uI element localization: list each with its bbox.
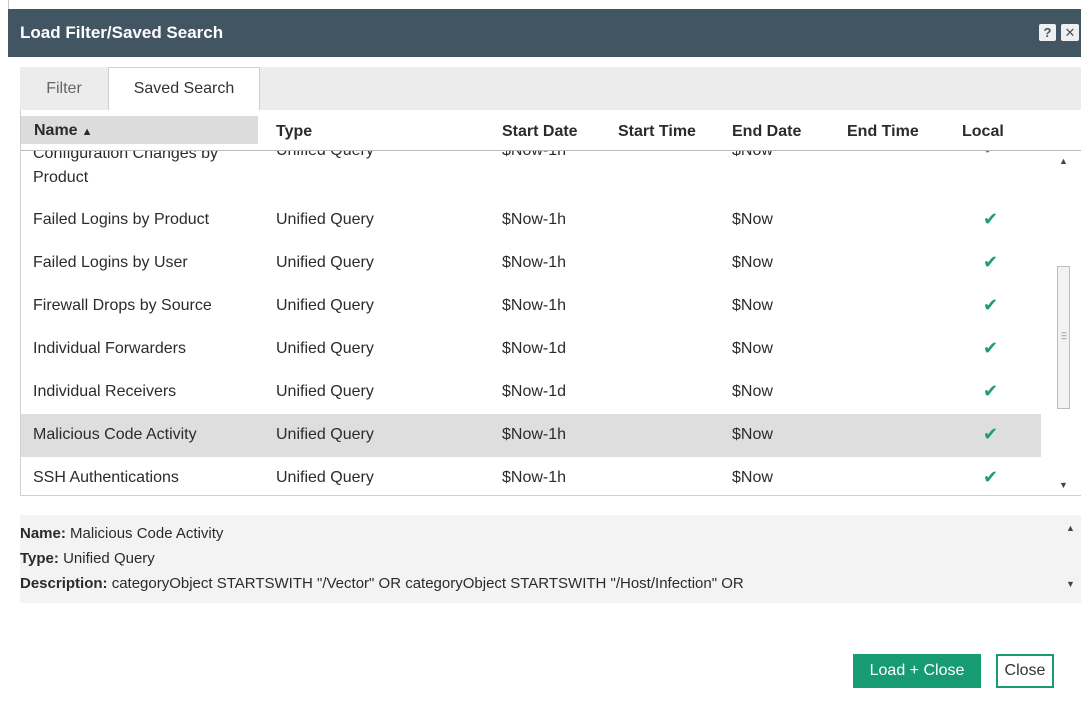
column-header-start-time[interactable]: Start Time [618, 123, 696, 141]
detail-name-line: Name: Malicious Code Activity [20, 525, 224, 542]
close-button[interactable]: Close [996, 654, 1054, 688]
scroll-down-arrow-icon[interactable]: ▼ [1054, 476, 1073, 494]
cell-end-date: $Now [732, 469, 773, 486]
tab-saved-search[interactable]: Saved Search [108, 67, 260, 111]
title-bar: Load Filter/Saved Search ? ✕ [8, 9, 1081, 57]
column-header-end-time[interactable]: End Time [847, 123, 919, 141]
scroll-up-arrow-icon[interactable]: ▲ [1054, 152, 1073, 170]
table-row[interactable]: Failed Logins by User Unified Query $Now-1… [21, 242, 1041, 285]
detail-description-value: categoryObject STARTSWITH "/Vector" OR c… [111, 575, 744, 592]
cell-name: SSH Authentications [33, 469, 179, 486]
checkmark-icon: ✔ [983, 209, 999, 229]
cell-end-date: $Now [732, 340, 773, 357]
column-header-end-date[interactable]: End Date [732, 123, 801, 141]
cell-name: Malicious Code Activity [33, 426, 197, 443]
cell-end-date: $Now [732, 254, 773, 271]
checkmark-icon: ✔ [983, 295, 999, 315]
cell-start-date: $Now-1h [502, 297, 567, 314]
close-icon[interactable]: ✕ [1061, 24, 1079, 41]
cell-type: Unified Query [276, 211, 374, 228]
detail-type-line: Type: Unified Query [20, 550, 155, 567]
table-row[interactable]: SSH Authentications Unified Query $Now-1h $… [21, 457, 1041, 495]
table-row[interactable]: Failed Logins by Product Unified Query $No… [21, 199, 1041, 242]
cell-start-date: $Now-1d [502, 340, 567, 357]
cell-name: Failed Logins by Product [33, 211, 210, 228]
details-panel: Name: Malicious Code Activity Type: Unif… [20, 515, 1081, 603]
checkmark-icon: ✔ [983, 424, 999, 444]
cell-end-date: $Now [732, 211, 773, 228]
scrollbar-thumb[interactable]: – – – [1057, 266, 1070, 409]
details-scroll-down-icon[interactable]: ▼ [1062, 579, 1079, 589]
cell-start-date: $Now-1h [502, 469, 567, 486]
checkmark-icon: ✔ [983, 467, 999, 487]
table-header: Name ▲ Type Start Date Start Time End Dat… [21, 110, 1081, 151]
detail-type-value: Unified Query [63, 550, 155, 567]
cell-type: Unified Query [276, 469, 374, 486]
cell-name: Firewall Drops by Source [33, 297, 212, 314]
sort-ascending-icon: ▲ [81, 126, 93, 138]
cell-end-date: $Now [732, 426, 773, 443]
cell-type: Unified Query [276, 297, 374, 314]
table-row[interactable]: Individual Forwarders Unified Query $Now-1… [21, 328, 1041, 371]
cell-start-date: $Now-1h [502, 254, 567, 271]
checkmark-icon: ✔ [983, 381, 999, 401]
cell-start-date: $Now-1h [502, 211, 567, 228]
cell-start-date: $Now-1d [502, 383, 567, 400]
cell-name: Individual Receivers [33, 383, 177, 400]
saved-search-table: Name ▲ Type Start Date Start Time End Dat… [20, 110, 1081, 496]
table-row[interactable]: Configuration Changes by Product Unified … [21, 150, 1041, 199]
detail-description-line: Description: categoryObject STARTSWITH "… [20, 575, 744, 592]
checkmark-icon: ✔ [983, 338, 999, 358]
cell-start-date: $Now-1h [502, 150, 567, 159]
details-scroll-up-icon[interactable]: ▲ [1062, 523, 1079, 533]
cell-end-date: $Now [732, 383, 773, 400]
cell-start-date: $Now-1h [502, 426, 567, 443]
table-row[interactable]: Firewall Drops by Source Unified Query $No… [21, 285, 1041, 328]
grip-icon: – – – [1061, 327, 1067, 343]
table-scrollbar[interactable]: ▲ – – – ▼ [1054, 150, 1073, 495]
column-header-name[interactable]: Name ▲ [21, 116, 258, 144]
cell-type: Unified Query [276, 383, 374, 400]
cell-type: Unified Query [276, 340, 374, 357]
cell-type: Unified Query [276, 426, 374, 443]
tab-filter[interactable]: Filter [20, 67, 108, 110]
cell-end-date: $Now [732, 150, 773, 159]
checkmark-icon: ✔ [983, 252, 999, 272]
table-row[interactable]: Malicious Code Activity Unified Query $Now… [21, 414, 1041, 457]
cell-end-date: $Now [732, 297, 773, 314]
details-scrollbar[interactable]: ▲ ▼ [1062, 515, 1079, 603]
column-header-type[interactable]: Type [276, 123, 312, 141]
column-header-local[interactable]: Local [962, 123, 1004, 141]
cell-name: Individual Forwarders [33, 340, 186, 357]
load-close-button[interactable]: Load + Close [853, 654, 981, 688]
load-filter-dialog: Load Filter/Saved Search ? ✕ Filter Save… [8, 9, 1081, 715]
detail-name-value: Malicious Code Activity [70, 525, 224, 542]
cell-name: Failed Logins by User [33, 254, 188, 271]
checkmark-icon: ✔ [983, 150, 998, 159]
table-rows: Configuration Changes by Product Unified … [21, 150, 1041, 495]
table-body: Configuration Changes by Product Unified … [21, 150, 1051, 495]
help-icon[interactable]: ? [1039, 24, 1056, 41]
table-row[interactable]: Individual Receivers Unified Query $Now-1d… [21, 371, 1041, 414]
dialog-title: Load Filter/Saved Search [20, 23, 224, 42]
cell-name: Configuration Changes by Product [33, 150, 219, 186]
cell-type: Unified Query [276, 150, 374, 159]
column-header-start-date[interactable]: Start Date [502, 123, 578, 141]
cell-type: Unified Query [276, 254, 374, 271]
tab-bar: Filter Saved Search [20, 67, 1081, 111]
